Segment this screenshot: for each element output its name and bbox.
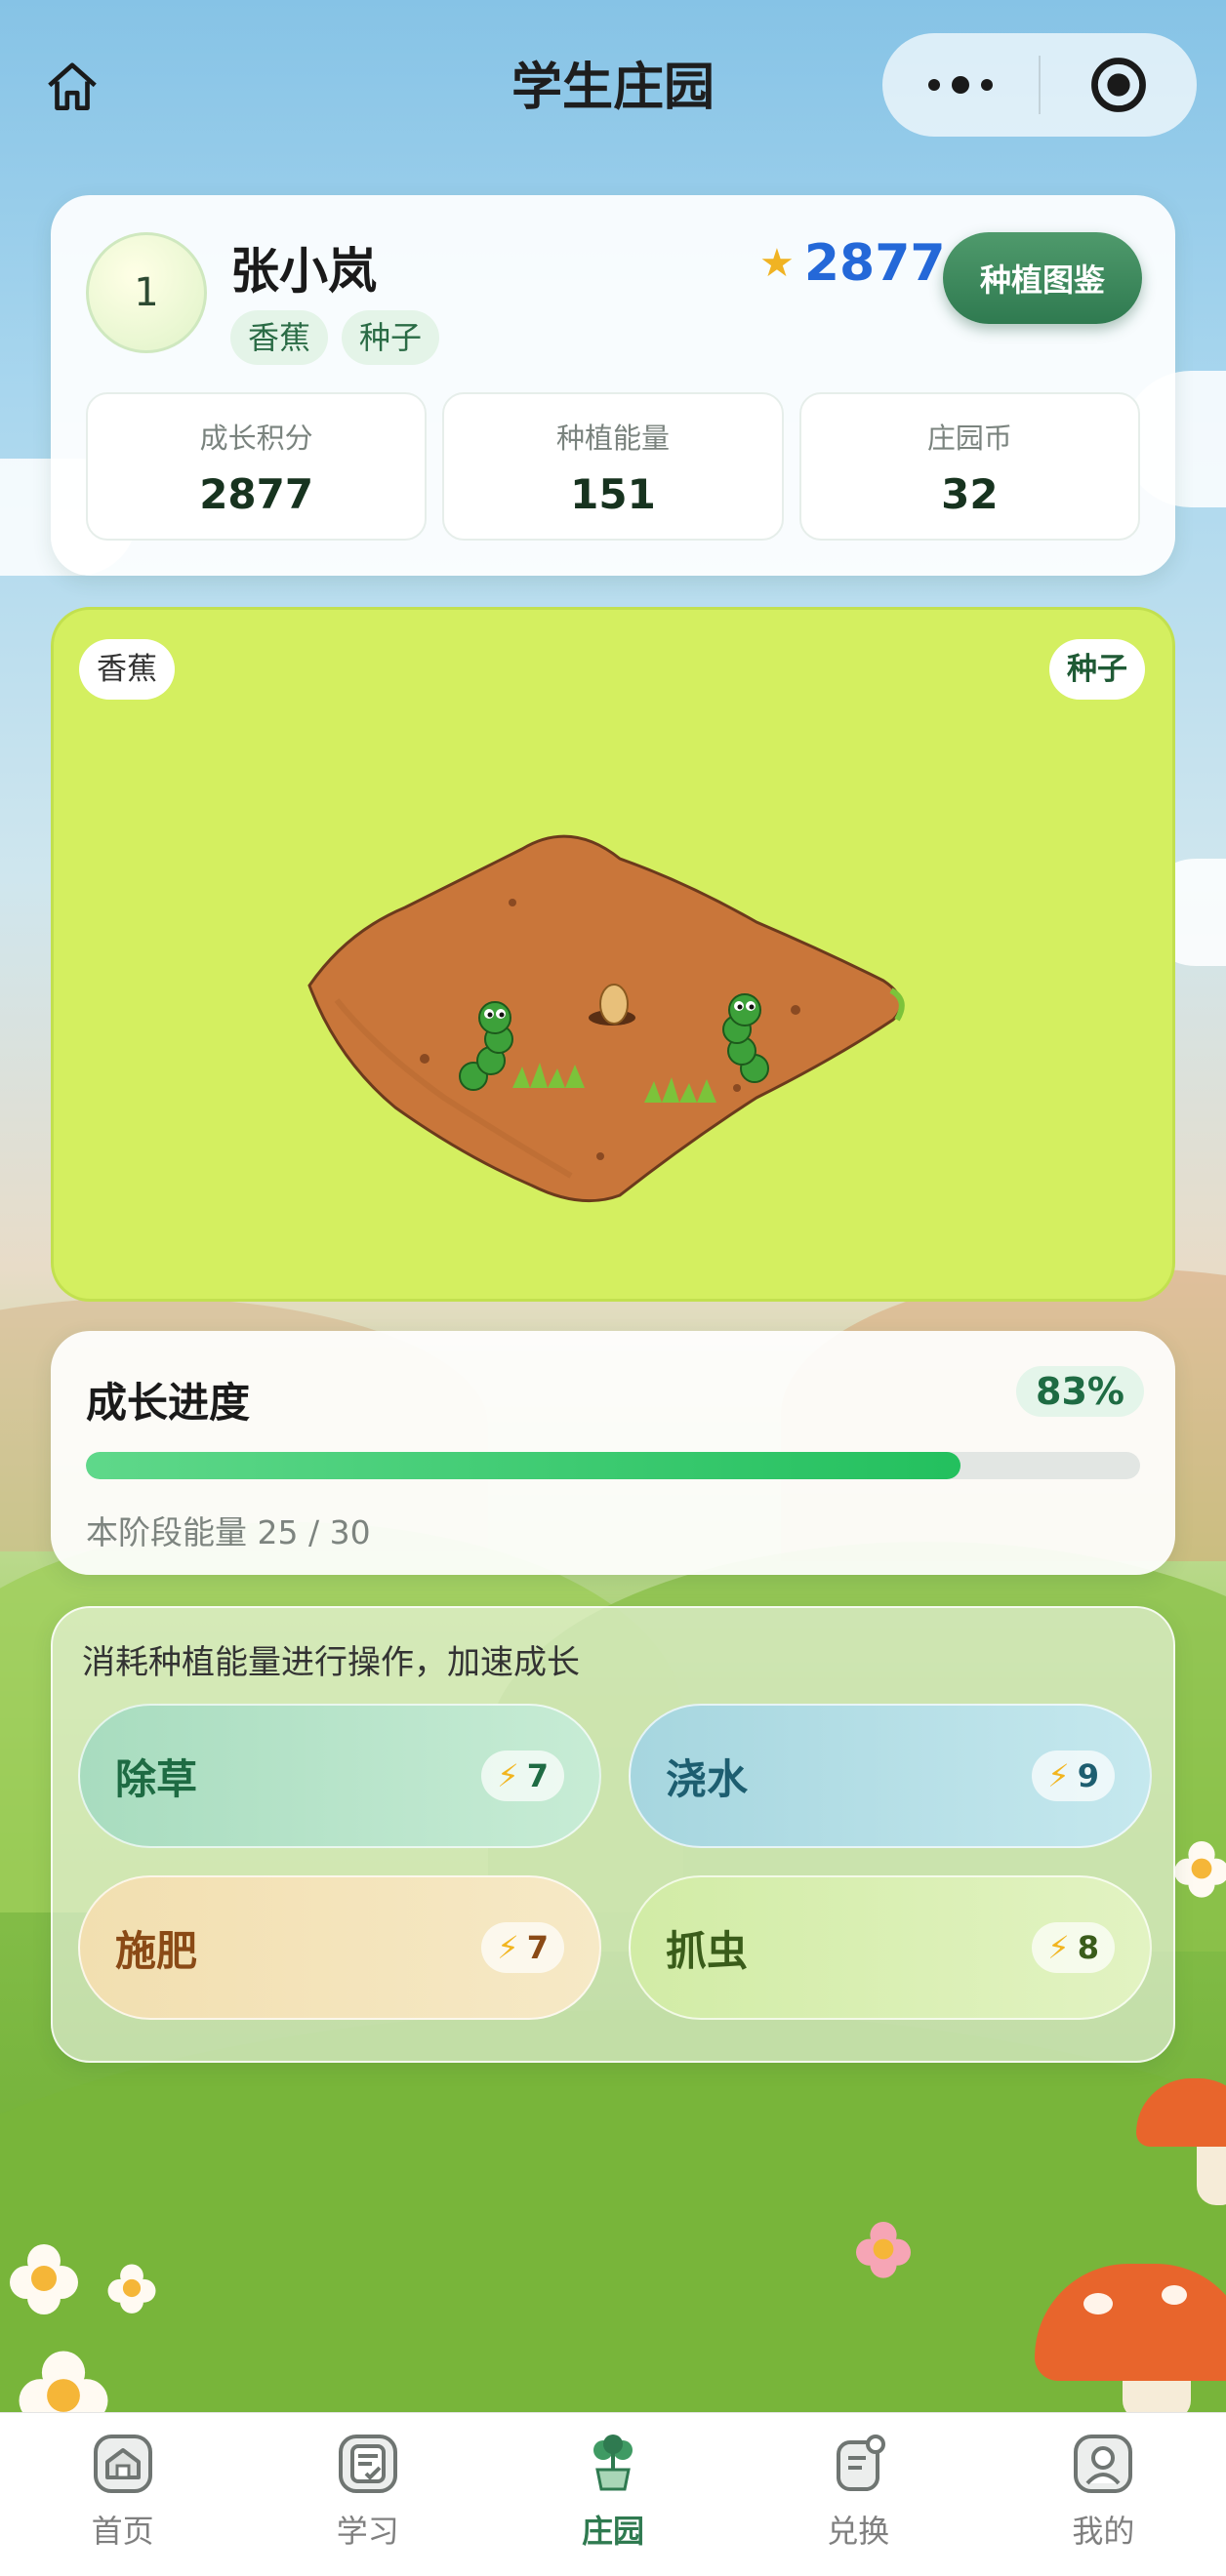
sprout-pot-icon xyxy=(582,2433,644,2495)
catch-bugs-button[interactable]: 抓虫 ⚡ 8 xyxy=(629,1875,1152,2020)
profile-card: 1 张小岚 香蕉 种子 ★ 2877 种植图鉴 成长积分 2877 种植能量 1… xyxy=(51,195,1175,576)
stat-value: 151 xyxy=(570,470,656,518)
lightning-icon: ⚡ xyxy=(497,1929,519,1966)
crop-tag: 香蕉 xyxy=(230,310,329,365)
stat-value: 32 xyxy=(941,470,999,518)
more-button[interactable] xyxy=(882,33,1039,137)
growth-progress-card: 成长进度 83% 本阶段能量 25 / 30 xyxy=(51,1331,1175,1575)
exchange-tab-icon xyxy=(827,2433,889,2495)
stats-row: 成长积分 2877 种植能量 151 庄园币 32 xyxy=(86,392,1140,541)
stage-tag: 种子 xyxy=(342,310,440,365)
stat-label: 种植能量 xyxy=(555,422,670,455)
stage-chip: 种子 xyxy=(1049,639,1145,700)
action-label: 浇水 xyxy=(666,1754,749,1803)
soil-plot-illustration xyxy=(307,834,905,1203)
lightning-icon: ⚡ xyxy=(497,1757,519,1794)
energy-cost: 8 xyxy=(1077,1929,1099,1966)
nav-bar: 学生庄园 xyxy=(0,0,1226,166)
stat-manor-coins: 庄园币 32 xyxy=(798,392,1140,541)
stat-planting-energy: 种植能量 151 xyxy=(442,392,784,541)
lightning-icon: ⚡ xyxy=(1047,1929,1070,1966)
student-name: 张小岚 xyxy=(230,243,377,300)
progress-bar xyxy=(86,1452,1140,1479)
watering-button[interactable]: 浇水 ⚡ 9 xyxy=(629,1704,1152,1848)
tab-label: 兑换 xyxy=(827,2513,890,2550)
energy-cost: 9 xyxy=(1077,1757,1099,1794)
energy-cost-badge: ⚡ 7 xyxy=(481,1922,564,1973)
profile-tags: 香蕉 种子 xyxy=(230,310,440,365)
tab-exchange[interactable]: 兑换 xyxy=(736,2413,981,2576)
level-badge: 1 xyxy=(86,232,207,353)
progress-percent: 83% xyxy=(1016,1366,1144,1417)
home-tab-icon xyxy=(92,2433,154,2495)
more-dot-icon xyxy=(928,79,940,91)
lightning-icon: ⚡ xyxy=(1047,1757,1070,1794)
score-display: ★ 2877 xyxy=(759,234,946,293)
stat-label: 庄园币 xyxy=(926,422,1012,455)
stat-value: 2877 xyxy=(199,470,314,518)
study-tab-icon xyxy=(337,2433,399,2495)
action-label: 除草 xyxy=(115,1754,198,1803)
energy-cost: 7 xyxy=(526,1929,549,1966)
bottom-tab-bar: 首页 学习 庄园 兑换 我的 xyxy=(0,2412,1226,2576)
tab-label: 庄园 xyxy=(582,2513,645,2550)
action-label: 施肥 xyxy=(115,1926,198,1975)
tab-home[interactable]: 首页 xyxy=(0,2413,245,2576)
close-button[interactable] xyxy=(1041,33,1197,137)
weeding-button[interactable]: 除草 ⚡ 7 xyxy=(78,1704,601,1848)
score-value: 2877 xyxy=(803,234,946,293)
farm-field[interactable]: 香蕉 种子 xyxy=(51,607,1175,1302)
progress-bar-fill xyxy=(86,1452,961,1479)
fertilize-button[interactable]: 施肥 ⚡ 7 xyxy=(78,1875,601,2020)
planting-guide-button[interactable]: 种植图鉴 xyxy=(943,232,1142,324)
mini-program-capsule xyxy=(882,33,1197,137)
stage-energy-text: 本阶段能量 25 / 30 xyxy=(86,1513,371,1551)
crop-chip: 香蕉 xyxy=(79,639,175,700)
star-icon: ★ xyxy=(759,241,795,286)
tab-label: 首页 xyxy=(91,2513,154,2550)
action-label: 抓虫 xyxy=(666,1926,749,1975)
energy-cost-badge: ⚡ 8 xyxy=(1032,1922,1115,1973)
tab-label: 学习 xyxy=(336,2513,399,2550)
tab-mine[interactable]: 我的 xyxy=(981,2413,1226,2576)
stat-growth-points: 成长积分 2877 xyxy=(86,392,428,541)
energy-cost: 7 xyxy=(526,1757,549,1794)
more-dot-icon xyxy=(952,76,969,94)
target-circle-icon xyxy=(1091,58,1146,112)
actions-hint: 消耗种植能量进行操作，加速成长 xyxy=(82,1643,580,1682)
stat-label: 成长积分 xyxy=(199,422,313,455)
tab-manor[interactable]: 庄园 xyxy=(490,2413,735,2576)
energy-cost-badge: ⚡ 7 xyxy=(481,1751,564,1801)
more-dot-icon xyxy=(981,79,993,91)
tab-study[interactable]: 学习 xyxy=(245,2413,490,2576)
tab-label: 我的 xyxy=(1072,2513,1135,2550)
energy-cost-badge: ⚡ 9 xyxy=(1032,1751,1115,1801)
progress-title: 成长进度 xyxy=(86,1379,251,1427)
actions-panel: 消耗种植能量进行操作，加速成长 除草 ⚡ 7 浇水 ⚡ 9 施肥 ⚡ 7 抓虫 ⚡ 8 xyxy=(51,1606,1175,2063)
user-tab-icon xyxy=(1072,2433,1134,2495)
